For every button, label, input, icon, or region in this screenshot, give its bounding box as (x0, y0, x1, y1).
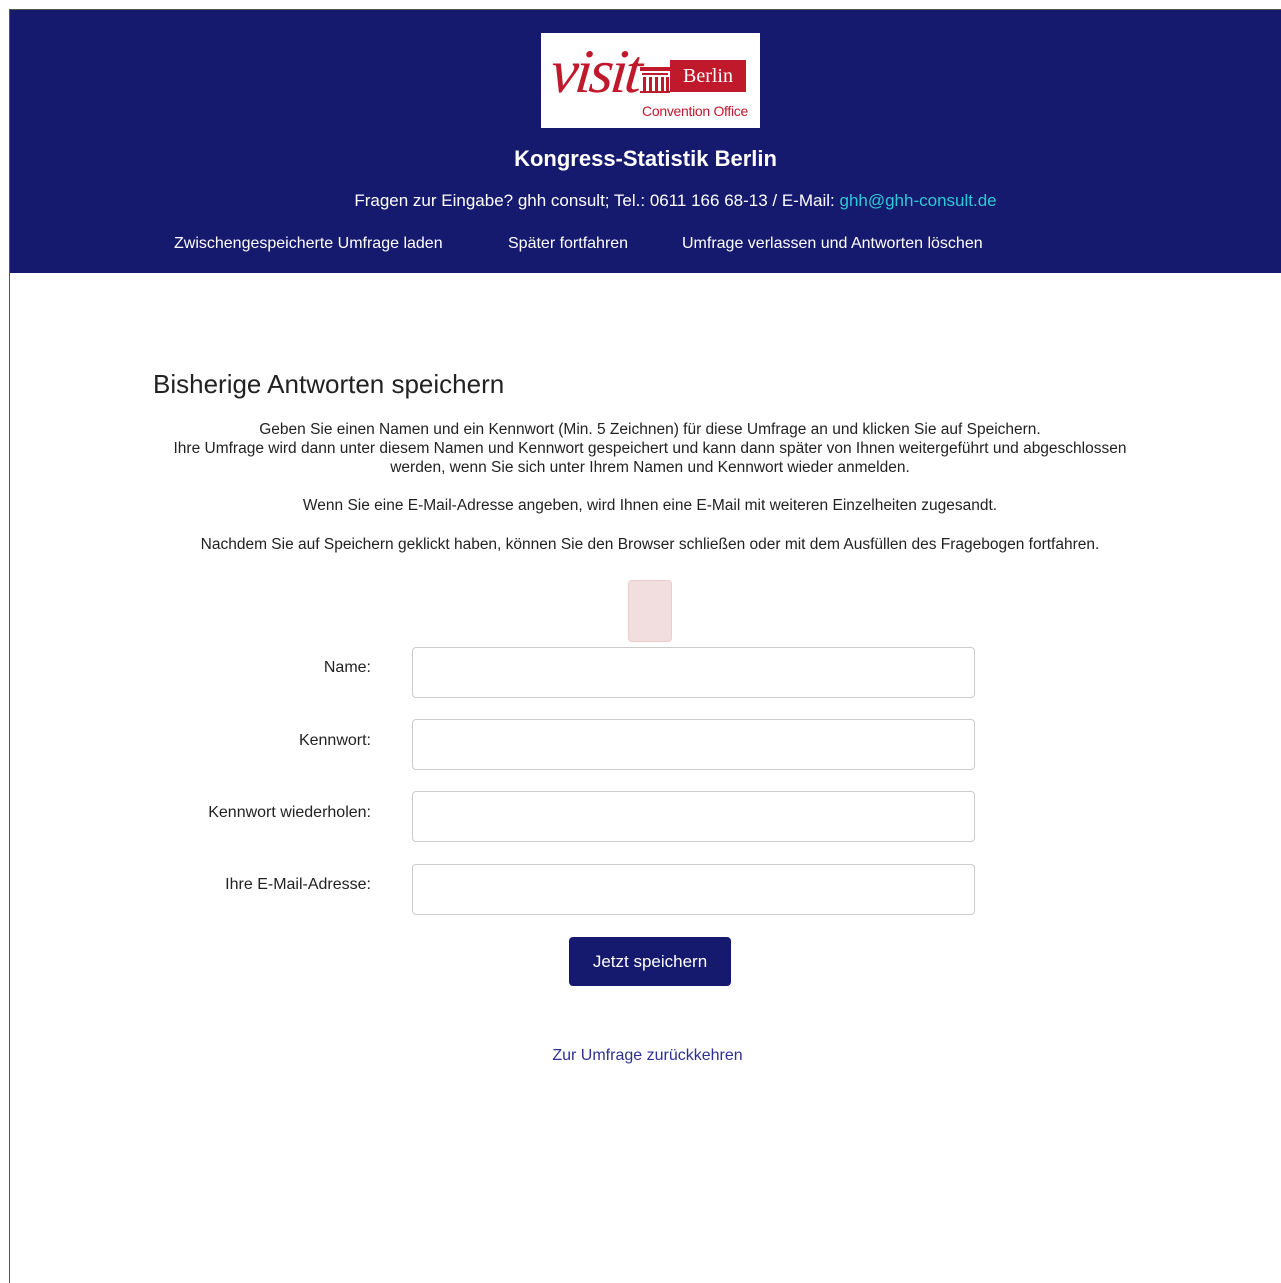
email-note: Wenn Sie eine E-Mail-Adresse angeben, wi… (302, 497, 998, 514)
intro-line-2: Ihre Umfrage wird dann unter diesem Name… (173, 440, 1127, 476)
email-label: Ihre E-Mail-Adresse: (225, 876, 371, 893)
survey-title: Kongress-Statistik Berlin (514, 146, 777, 171)
save-now-button[interactable]: Jetzt speichern (569, 937, 731, 986)
nav-exit-and-clear[interactable]: Umfrage verlassen und Antworten löschen (682, 235, 983, 253)
logo-subtitle: Convention Office (642, 103, 748, 119)
contact-info: Fragen zur Eingabe? ghh consult; Tel.: 0… (10, 191, 1281, 211)
contact-text: Fragen zur Eingabe? ghh consult; Tel.: 0… (354, 191, 835, 210)
intro-text: Geben Sie einen Namen und ein Kennwort (… (150, 420, 1150, 477)
page-title: Bisherige Antworten speichern (153, 369, 505, 400)
logo-visit-text: visit (547, 38, 643, 106)
visit-berlin-logo[interactable]: visit Berlin Convention Office (541, 33, 760, 128)
nav-load-saved-survey[interactable]: Zwischengespeicherte Umfrage laden (174, 235, 443, 253)
captcha-placeholder (628, 580, 672, 642)
name-input[interactable] (412, 647, 975, 698)
password-repeat-input[interactable] (412, 791, 975, 842)
site-header: visit Berlin Convention Office Kongress-… (10, 10, 1281, 273)
intro-line-1: Geben Sie einen Namen und ein Kennwort (… (259, 421, 1041, 438)
return-to-survey-link[interactable]: Zur Umfrage zurückkehren (0, 1047, 1281, 1065)
brandenburg-gate-icon (640, 67, 670, 93)
name-label: Name: (323, 659, 371, 676)
password-input[interactable] (412, 719, 975, 770)
password-label: Kennwort: (298, 732, 371, 749)
after-save-note: Nachdem Sie auf Speichern geklickt haben… (200, 536, 1100, 553)
nav-resume-later[interactable]: Später fortfahren (508, 235, 628, 253)
password-repeat-label: Kennwort wiederholen: (208, 804, 371, 821)
email-input[interactable] (412, 864, 975, 915)
contact-email-link[interactable]: ghh@ghh-consult.de (839, 191, 996, 210)
logo-berlin-label: Berlin (670, 60, 746, 92)
